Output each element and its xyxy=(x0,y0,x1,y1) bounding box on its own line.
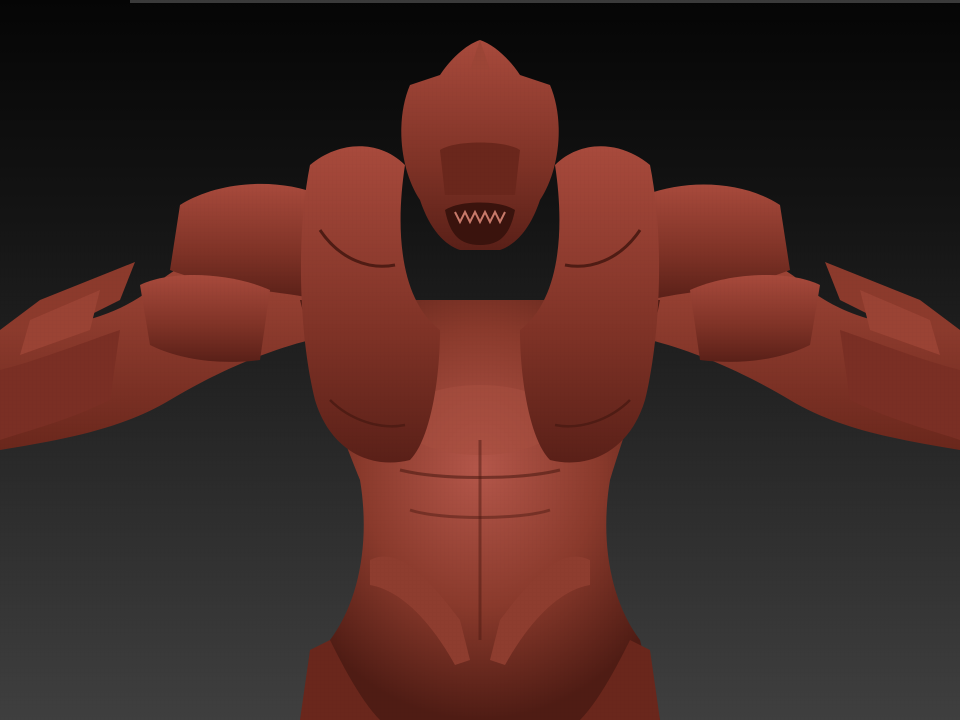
sculpt-viewport[interactable] xyxy=(0,0,960,720)
creature-sculpt-model xyxy=(0,0,960,720)
